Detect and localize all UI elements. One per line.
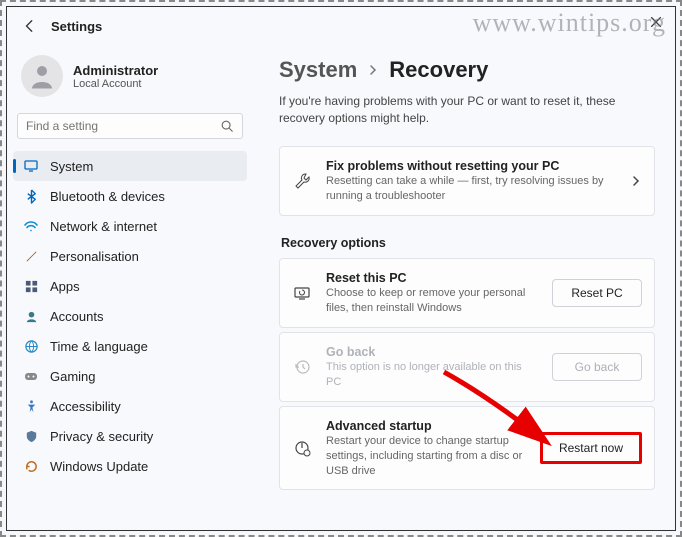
chevron-right-icon [367,64,379,76]
nav-accessibility[interactable]: Accessibility [13,391,247,421]
card-title: Go back [326,344,538,360]
page-description: If you're having problems with your PC o… [279,93,649,128]
card-desc: Restart your device to change startup se… [326,434,526,479]
restart-now-button[interactable]: Restart now [540,432,642,464]
wrench-icon [292,171,312,191]
bluetooth-icon [23,188,39,204]
fix-problems-card[interactable]: Fix problems without resetting your PC R… [279,146,655,216]
close-button[interactable] [649,15,665,31]
nav-apps[interactable]: Apps [13,271,247,301]
breadcrumb: System Recovery [279,57,655,83]
apps-icon [23,278,39,294]
reset-pc-card: Reset this PC Choose to keep or remove y… [279,258,655,328]
nav-gaming[interactable]: Gaming [13,361,247,391]
nav-time[interactable]: Time & language [13,331,247,361]
nav-accounts[interactable]: Accounts [13,301,247,331]
arrow-left-icon [23,19,37,33]
card-desc: Choose to keep or remove your personal f… [326,286,538,316]
person-icon [27,61,57,91]
globe-icon [23,338,39,354]
go-back-button: Go back [552,353,642,381]
system-icon [23,158,39,174]
nav-label: Gaming [50,369,96,384]
nav-label: System [50,159,93,174]
card-title: Advanced startup [326,418,526,434]
nav-privacy[interactable]: Privacy & security [13,421,247,451]
chevron-right-icon [630,175,642,187]
card-title: Fix problems without resetting your PC [326,158,616,174]
accounts-icon [23,308,39,324]
nav-label: Network & internet [50,219,157,234]
nav-network[interactable]: Network & internet [13,211,247,241]
search-input[interactable] [26,119,220,133]
gaming-icon [23,368,39,384]
search-field[interactable] [17,113,243,139]
card-desc: This option is no longer available on th… [326,360,538,390]
avatar [21,55,63,97]
nav-label: Privacy & security [50,429,153,444]
nav-bluetooth[interactable]: Bluetooth & devices [13,181,247,211]
advanced-startup-card: Advanced startup Restart your device to … [279,406,655,491]
nav-update[interactable]: Windows Update [13,451,247,481]
recovery-heading: Recovery options [281,236,655,250]
nav-label: Bluetooth & devices [50,189,165,204]
nav-label: Personalisation [50,249,139,264]
reset-icon [292,283,312,303]
power-gear-icon [292,438,312,458]
history-icon [292,357,312,377]
accessibility-icon [23,398,39,414]
nav-personalisation[interactable]: Personalisation [13,241,247,271]
breadcrumb-current: Recovery [389,57,488,83]
nav-label: Accessibility [50,399,121,414]
wifi-icon [23,218,39,234]
search-icon [220,119,234,133]
shield-icon [23,428,39,444]
brush-icon [23,248,39,264]
profile-block[interactable]: Administrator Local Account [13,43,247,111]
profile-name: Administrator [73,63,158,78]
nav-label: Time & language [50,339,148,354]
card-title: Reset this PC [326,270,538,286]
update-icon [23,458,39,474]
nav-label: Windows Update [50,459,148,474]
close-icon [649,15,663,29]
reset-pc-button[interactable]: Reset PC [552,279,642,307]
header-title: Settings [51,19,102,34]
go-back-card: Go back This option is no longer availab… [279,332,655,402]
card-desc: Resetting can take a while — first, try … [326,174,616,204]
breadcrumb-parent[interactable]: System [279,57,357,83]
nav-label: Accounts [50,309,103,324]
nav-label: Apps [50,279,80,294]
back-button[interactable] [21,17,39,35]
profile-sub: Local Account [73,78,158,90]
nav-system[interactable]: System [13,151,247,181]
